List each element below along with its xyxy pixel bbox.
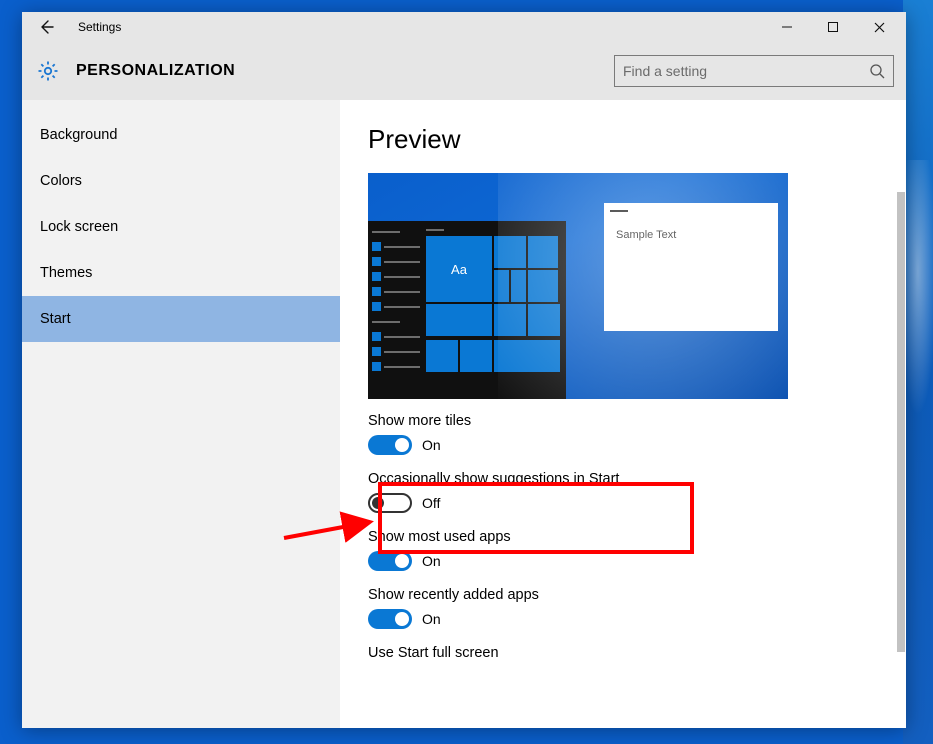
- search-input[interactable]: [623, 63, 869, 79]
- toggle-state-text: On: [422, 553, 441, 569]
- toggle-show-recently-added-apps[interactable]: [368, 609, 412, 629]
- setting-label: Show recently added apps: [368, 587, 888, 603]
- page-title: PERSONALIZATION: [76, 62, 235, 80]
- maximize-icon: [828, 22, 838, 32]
- back-button[interactable]: [32, 13, 60, 41]
- window-title: Settings: [78, 20, 121, 34]
- content-area: Preview: [340, 100, 906, 728]
- preview-sample-text: Sample Text: [604, 219, 778, 251]
- setting-show-more-tiles: Show more tiles On: [368, 413, 888, 455]
- content-heading: Preview: [368, 124, 888, 155]
- close-icon: [874, 22, 885, 33]
- sidebar-item-colors[interactable]: Colors: [22, 158, 340, 204]
- setting-label: Show more tiles: [368, 413, 888, 429]
- settings-window: Settings PERSONALIZATION Background Colo…: [22, 12, 906, 728]
- toggle-state-text: On: [422, 437, 441, 453]
- toggle-state-text: Off: [422, 495, 440, 511]
- minimize-icon: [782, 22, 792, 32]
- preview-sample-window: Sample Text: [604, 203, 778, 331]
- back-arrow-icon: [38, 19, 54, 35]
- minimize-button[interactable]: [764, 12, 810, 42]
- setting-label: Show most used apps: [368, 529, 888, 545]
- sidebar-item-start[interactable]: Start: [22, 296, 340, 342]
- preview-thumbnail: Aa: [368, 173, 788, 399]
- search-icon: [869, 63, 885, 79]
- preview-tile-text: Aa: [426, 236, 492, 302]
- toggle-show-most-used-apps[interactable]: [368, 551, 412, 571]
- sidebar-item-lock-screen[interactable]: Lock screen: [22, 204, 340, 250]
- setting-use-start-full-screen: Use Start full screen: [368, 645, 888, 661]
- search-box[interactable]: [614, 55, 894, 87]
- start-menu-mock: Aa: [368, 221, 566, 399]
- toggle-state-text: On: [422, 611, 441, 627]
- setting-label: Use Start full screen: [368, 645, 888, 661]
- toggle-suggestions-in-start[interactable]: [368, 493, 412, 513]
- setting-show-most-used-apps: Show most used apps On: [368, 529, 888, 571]
- desktop-background: [903, 0, 933, 744]
- gear-icon: [34, 57, 62, 85]
- close-button[interactable]: [856, 12, 902, 42]
- scrollbar[interactable]: [897, 100, 905, 728]
- sidebar-item-background[interactable]: Background: [22, 112, 340, 158]
- setting-suggestions-in-start: Occasionally show suggestions in Start O…: [368, 471, 888, 513]
- header-bar: PERSONALIZATION: [22, 42, 906, 100]
- setting-label: Occasionally show suggestions in Start: [368, 471, 888, 487]
- scrollbar-thumb[interactable]: [897, 192, 905, 652]
- sidebar-item-themes[interactable]: Themes: [22, 250, 340, 296]
- titlebar: Settings: [22, 12, 906, 42]
- toggle-show-more-tiles[interactable]: [368, 435, 412, 455]
- setting-show-recently-added-apps: Show recently added apps On: [368, 587, 888, 629]
- maximize-button[interactable]: [810, 12, 856, 42]
- sidebar: Background Colors Lock screen Themes Sta…: [22, 100, 340, 728]
- body: Background Colors Lock screen Themes Sta…: [22, 100, 906, 728]
